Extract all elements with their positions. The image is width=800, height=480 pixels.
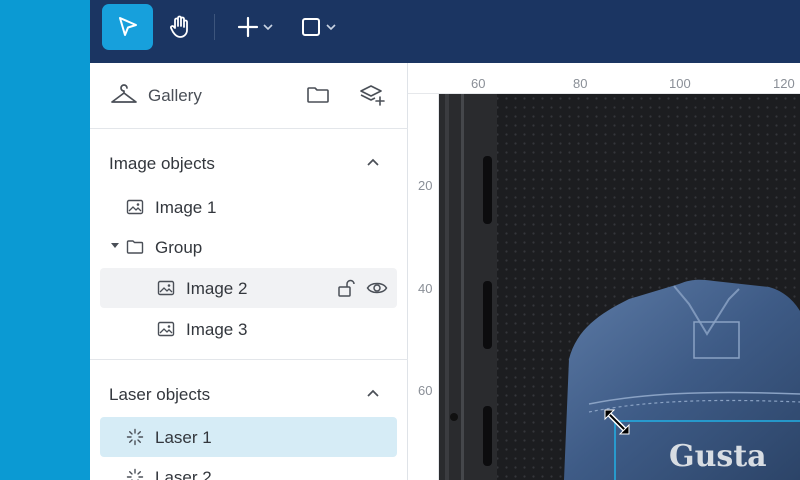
folder-icon[interactable] [306,85,330,105]
panel-title: Gallery [148,86,202,105]
item-label: Group [155,238,203,257]
list-item-image-2[interactable]: Image 2 [100,268,397,308]
top-toolbar [90,0,800,63]
layers-panel: Gallery Image objects Image 1 Group Imag… [90,63,408,480]
item-label: Laser 2 [155,468,212,480]
chevron-down-icon [262,24,273,31]
chevron-up-icon[interactable] [365,386,381,402]
canvas-area[interactable]: 60 80 100 120 20 40 60 Gusta [408,63,800,480]
item-label: Image 2 [186,279,248,298]
laser-burst-icon [126,428,144,446]
left-edge-strip [0,0,90,480]
image-objects-heading: Image objects [109,154,215,173]
add-tool-button[interactable] [230,4,280,50]
list-item-group[interactable]: Group [100,227,397,267]
plus-icon [237,16,258,38]
ruler-tick: 60 [418,383,433,398]
chevron-up-icon[interactable] [365,155,381,171]
laser-burst-icon [126,468,144,480]
list-item-image-1[interactable]: Image 1 [100,187,397,227]
item-label: Laser 1 [155,428,212,447]
image-icon [157,280,175,296]
ruler-tick: 40 [418,281,433,296]
toolbar-divider [214,14,215,40]
list-item-image-3[interactable]: Image 3 [100,309,397,349]
ruler-tick: 60 [471,76,486,91]
item-label: Image 1 [155,198,217,217]
square-icon [301,18,320,36]
jacket-print-text: Gusta [669,439,767,474]
laser-objects-heading: Laser objects [109,385,211,404]
pan-tool-button[interactable] [156,4,204,50]
section-divider [90,359,408,360]
add-layer-icon[interactable] [358,83,386,107]
cursor-arrow-icon [118,17,137,36]
image-icon [126,199,144,215]
jacket-photo[interactable]: Gusta [439,94,800,480]
panel-header: Gallery [90,63,408,129]
ruler-tick: 20 [418,178,433,193]
unlock-icon[interactable] [336,278,358,298]
image-icon [157,321,175,337]
chevron-down-icon [325,24,336,31]
ruler-tick: 80 [573,76,588,91]
ruler-vertical: 20 40 60 [408,94,439,480]
shape-tool-button[interactable] [293,4,343,50]
expand-caret-icon[interactable] [111,243,119,248]
item-label: Image 3 [186,320,248,339]
eye-icon[interactable] [366,278,388,298]
list-item-laser-1[interactable]: Laser 1 [100,417,397,457]
hand-icon [170,15,188,38]
ruler-horizontal: 60 80 100 120 [408,63,800,94]
folder-icon [126,240,144,254]
jacket-photo-image: Gusta [439,94,800,480]
hanger-icon[interactable] [110,83,138,107]
ruler-tick: 100 [669,76,691,91]
list-item-laser-2[interactable]: Laser 2 [100,457,397,480]
select-tool-button[interactable] [102,4,153,50]
ruler-tick: 120 [773,76,795,91]
